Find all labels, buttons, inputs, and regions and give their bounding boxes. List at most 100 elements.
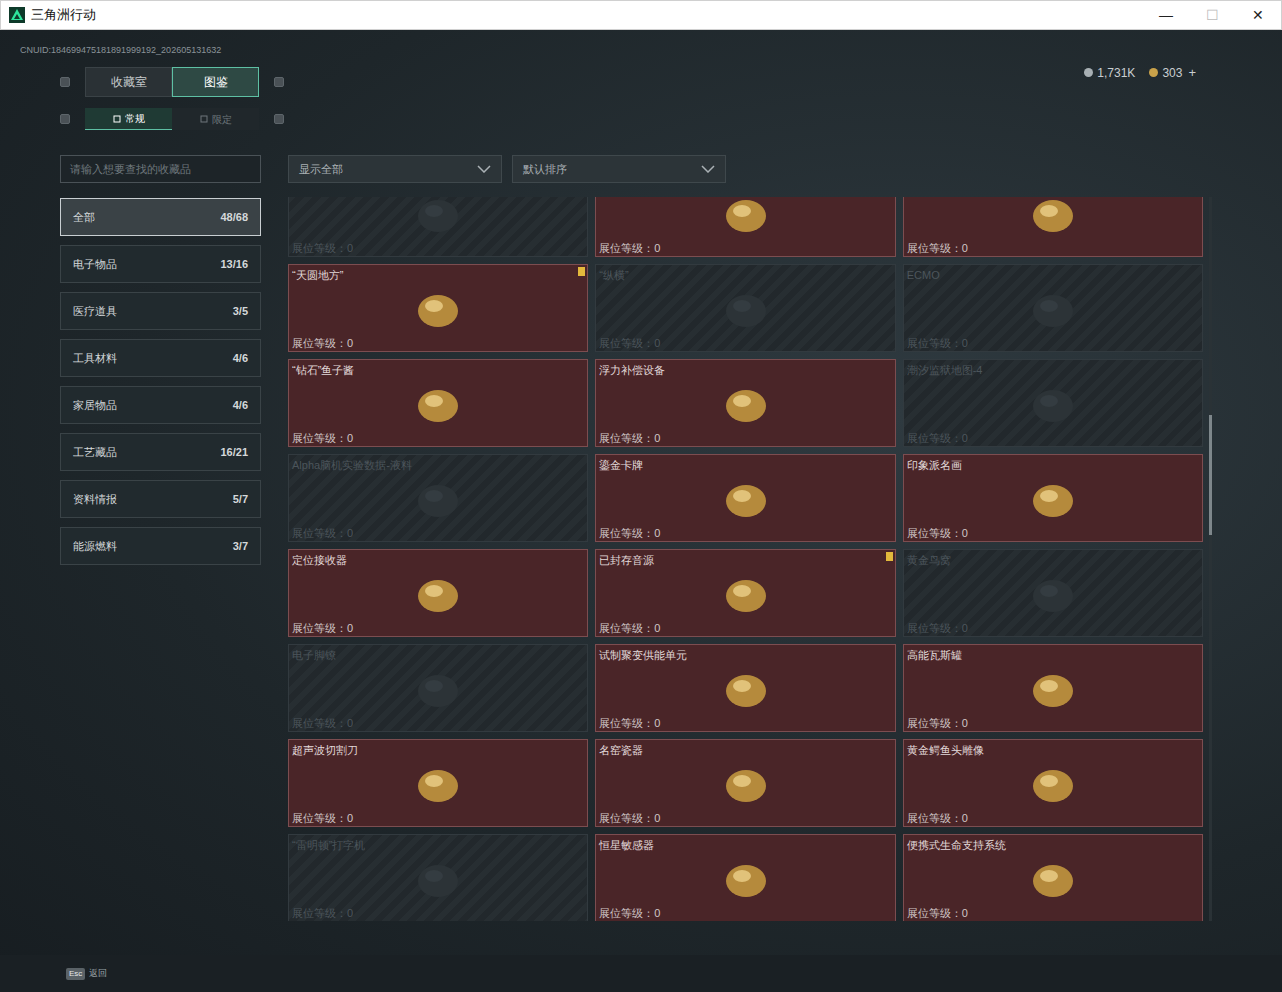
scrollbar[interactable] [1209,197,1212,921]
card-name: ECMO [907,268,1199,282]
app-window: 三角洲行动—☐✕CNUID:184699475181891999192_2026… [0,0,1282,992]
collection-card[interactable]: ECMO 展位等级：0 [903,264,1203,352]
card-name: Alpha脑机实验数据-液料 [292,458,584,472]
tab-icon [200,115,208,123]
window-title: 三角洲行动 [31,5,96,25]
collection-grid: 展位等级：0 展位等级：0 展位等级：0 “天圆地方”展位等级：0“纵横”展位等级：0… [288,197,1203,921]
filter-dropdown[interactable]: 默认排序 [512,155,726,183]
card-level: 展位等级：0 [599,526,891,540]
collection-card[interactable]: Alpha脑机实验数据-液料展位等级：0 [288,454,588,542]
category-item[interactable]: 工具材料4/6 [60,339,261,377]
item-picture-icon [718,197,774,236]
item-picture-icon [1025,762,1081,806]
item-picture-icon [1025,287,1081,331]
card-level: 展位等级：0 [907,431,1199,445]
new-badge-icon [578,267,585,276]
collection-card[interactable]: 名窑瓷器展位等级：0 [595,739,895,827]
collection-card[interactable]: 电子脚镣展位等级：0 [288,644,588,732]
sub-tab[interactable]: 限定 [172,108,259,130]
item-picture-icon [410,477,466,521]
card-name: 恒星敏感器 [599,838,891,852]
tab-icon [113,115,121,123]
card-name: 便携式生命支持系统 [907,838,1199,852]
item-picture-icon [718,572,774,616]
currency: 1,731K [1084,64,1135,82]
back-label[interactable]: 返回 [89,967,107,981]
item-picture-icon [718,857,774,901]
collection-card[interactable]: “纵横”展位等级：0 [595,264,895,352]
category-item[interactable]: 全部48/68 [60,198,261,236]
category-item[interactable]: 电子物品13/16 [60,245,261,283]
collection-card[interactable]: 展位等级：0 [595,197,895,257]
sub-tab[interactable]: 常规 [85,108,172,130]
add-currency-button[interactable]: + [1188,63,1196,83]
card-name: 高能瓦斯罐 [907,648,1199,662]
card-level: 展位等级：0 [599,811,891,825]
collection-card[interactable]: 定位接收器展位等级：0 [288,549,588,637]
scrollbar-thumb[interactable] [1209,415,1212,535]
card-name: “钻石”鱼子酱 [292,363,584,377]
card-name: 超声波切割刀 [292,743,584,757]
window-control-button[interactable]: — [1143,1,1189,29]
collection-card[interactable]: 浮力补偿设备展位等级：0 [595,359,895,447]
window-control-button[interactable]: ✕ [1235,1,1281,29]
item-picture-icon [718,287,774,331]
footer-bar: Esc 返回 [0,955,1282,992]
collection-card[interactable]: 展位等级：0 [903,197,1203,257]
item-picture-icon [1025,857,1081,901]
main-tab[interactable]: 收藏室 [85,67,172,97]
card-level: 展位等级：0 [907,336,1199,350]
collection-card[interactable]: “钻石”鱼子酱展位等级：0 [288,359,588,447]
collection-card[interactable]: “天圆地方”展位等级：0 [288,264,588,352]
item-picture-icon [410,762,466,806]
card-name: “雷明顿”打字机 [292,838,584,852]
card-level: 展位等级：0 [292,621,584,635]
collection-card[interactable]: 试制聚变供能单元展位等级：0 [595,644,895,732]
card-level: 展位等级：0 [292,906,584,920]
item-picture-icon [718,382,774,426]
key-hint-icon [274,114,284,124]
collection-card[interactable]: 印象派名画展位等级：0 [903,454,1203,542]
card-level: 展位等级：0 [292,811,584,825]
coin-icon [1149,68,1158,77]
collection-card[interactable]: “雷明顿”打字机展位等级：0 [288,834,588,921]
collection-card[interactable]: 恒星敏感器展位等级：0 [595,834,895,921]
card-name: 黄金鳄鱼头雕像 [907,743,1199,757]
filter-dropdown[interactable]: 显示全部 [288,155,502,183]
window-control-button[interactable]: ☐ [1189,1,1235,29]
category-item[interactable]: 工艺藏品16/21 [60,433,261,471]
card-level: 展位等级：0 [599,621,891,635]
card-name: 潮汐监狱地图-4 [907,363,1199,377]
collection-card[interactable]: 高能瓦斯罐展位等级：0 [903,644,1203,732]
item-picture-icon [410,667,466,711]
collection-card[interactable]: 超声波切割刀展位等级：0 [288,739,588,827]
card-level: 展位等级：0 [599,336,891,350]
card-level: 展位等级：0 [907,716,1199,730]
collection-card[interactable]: 潮汐监狱地图-4 展位等级：0 [903,359,1203,447]
category-item[interactable]: 能源燃料3/7 [60,527,261,565]
category-item[interactable]: 医疗道具3/5 [60,292,261,330]
card-level: 展位等级：0 [907,906,1199,920]
search-field[interactable]: 请输入想要查找的收藏品 [60,155,261,183]
main-tab[interactable]: 图鉴 [172,67,259,97]
new-badge-icon [886,552,893,561]
item-picture-icon [1025,477,1081,521]
item-picture-icon [410,382,466,426]
card-level: 展位等级：0 [599,906,891,920]
collection-card[interactable]: 黄金鸟窝展位等级：0 [903,549,1203,637]
collection-card[interactable]: 便携式生命支持系统展位等级：0 [903,834,1203,921]
card-level: 展位等级：0 [599,241,891,255]
esc-key[interactable]: Esc [66,968,85,980]
card-level: 展位等级：0 [907,241,1199,255]
collection-card[interactable]: 已封存音源展位等级：0 [595,549,895,637]
collection-card[interactable]: 展位等级：0 [288,197,588,257]
category-item[interactable]: 资料情报5/7 [60,480,261,518]
card-name: 已封存音源 [599,553,891,567]
collection-card[interactable]: 黄金鳄鱼头雕像展位等级：0 [903,739,1203,827]
card-name: 名窑瓷器 [599,743,891,757]
card-name: 试制聚变供能单元 [599,648,891,662]
category-item[interactable]: 家居物品4/6 [60,386,261,424]
collection-card[interactable]: 鎏金卡牌展位等级：0 [595,454,895,542]
card-name: 印象派名画 [907,458,1199,472]
card-level: 展位等级：0 [292,526,584,540]
